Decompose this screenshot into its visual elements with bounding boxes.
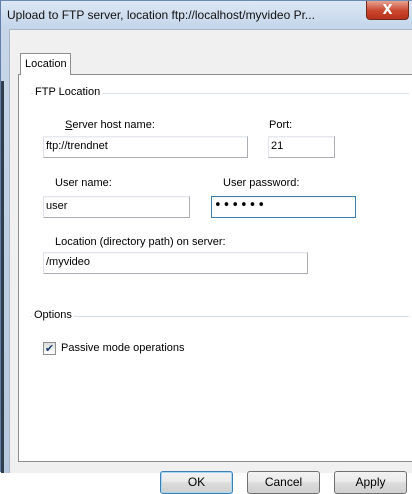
title-bar[interactable]: Upload to FTP server, location ftp://loc… [1, 1, 412, 29]
user-name-label: User name: [55, 177, 112, 189]
options-group-title: Options [32, 309, 74, 321]
cancel-button[interactable]: Cancel [247, 471, 320, 494]
dialog-client-area: Location FTP Location Server host name: … [9, 29, 412, 494]
close-button[interactable]: X [366, 1, 409, 20]
passive-mode-label[interactable]: Passive mode operations [61, 342, 185, 354]
apply-button[interactable]: Apply [334, 471, 407, 494]
directory-label: Location (directory path) on server: [55, 236, 226, 248]
tab-location[interactable]: Location [20, 53, 71, 75]
ok-button[interactable]: OK [160, 471, 233, 494]
upload-ftp-dialog: Upload to FTP server, location ftp://loc… [0, 0, 412, 494]
user-name-input[interactable]: user [43, 196, 190, 218]
tab-location-label: Location [25, 58, 67, 70]
options-group-line [31, 316, 409, 317]
server-host-input[interactable]: ftp://trendnet [43, 136, 248, 158]
ftp-location-group-title: FTP Location [33, 86, 103, 98]
server-host-label-text: erver host name: [72, 119, 155, 131]
password-input[interactable]: •••••• [211, 196, 356, 218]
password-label: User password: [223, 177, 300, 189]
location-tab-panel: FTP Location Server host name: ftp://tre… [18, 74, 412, 462]
background-window-edge [1, 81, 4, 473]
window-title: Upload to FTP server, location ftp://loc… [7, 8, 315, 22]
close-icon: X [382, 2, 393, 18]
check-icon: ✔ [44, 342, 55, 355]
server-host-label: Server host name: [65, 119, 155, 131]
port-input[interactable]: 21 [268, 136, 335, 158]
port-label: Port: [269, 119, 293, 131]
passive-mode-checkbox[interactable]: ✔ [43, 342, 56, 355]
directory-input[interactable]: /myvideo [43, 252, 308, 274]
